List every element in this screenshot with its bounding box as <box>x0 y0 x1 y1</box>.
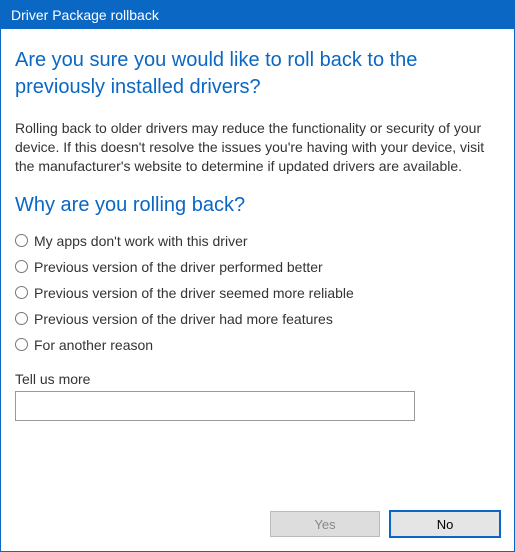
reason-radio[interactable] <box>15 286 28 299</box>
reason-label: Previous version of the driver had more … <box>34 311 333 327</box>
reason-label: For another reason <box>34 337 153 353</box>
button-row: Yes No <box>15 495 500 537</box>
tellmore-label: Tell us more <box>15 371 500 387</box>
main-heading: Are you sure you would like to roll back… <box>15 47 500 101</box>
no-button[interactable]: No <box>390 511 500 537</box>
reason-label: Previous version of the driver performed… <box>34 259 323 275</box>
reason-option[interactable]: Previous version of the driver seemed mo… <box>15 285 500 301</box>
reason-radio-group: My apps don't work with this driver Prev… <box>15 233 500 353</box>
window-title: Driver Package rollback <box>11 7 159 23</box>
reason-radio[interactable] <box>15 234 28 247</box>
reason-radio[interactable] <box>15 338 28 351</box>
reason-option[interactable]: Previous version of the driver had more … <box>15 311 500 327</box>
reason-label: Previous version of the driver seemed mo… <box>34 285 354 301</box>
description-text: Rolling back to older drivers may reduce… <box>15 119 500 176</box>
reason-radio[interactable] <box>15 312 28 325</box>
yes-button[interactable]: Yes <box>270 511 380 537</box>
reason-radio[interactable] <box>15 260 28 273</box>
reason-option[interactable]: My apps don't work with this driver <box>15 233 500 249</box>
tellmore-input[interactable] <box>15 391 415 421</box>
dialog-window: Driver Package rollback Are you sure you… <box>0 0 515 552</box>
dialog-content: Are you sure you would like to roll back… <box>1 29 514 551</box>
reason-label: My apps don't work with this driver <box>34 233 248 249</box>
reason-option[interactable]: Previous version of the driver performed… <box>15 259 500 275</box>
reason-option[interactable]: For another reason <box>15 337 500 353</box>
sub-heading: Why are you rolling back? <box>15 194 500 217</box>
titlebar: Driver Package rollback <box>1 1 514 29</box>
